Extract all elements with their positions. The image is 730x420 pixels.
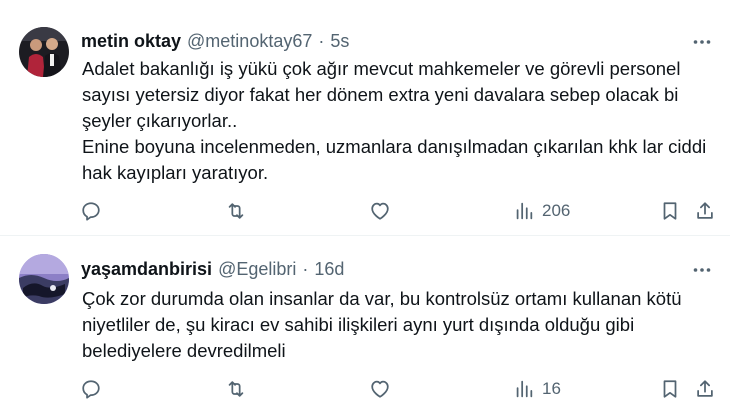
more-icon[interactable] xyxy=(690,258,714,282)
share-icon xyxy=(697,380,713,397)
tweet-text-line: belediyelere devredilmeli xyxy=(82,340,286,361)
views-icon xyxy=(516,202,533,220)
like-icon xyxy=(371,380,389,398)
reply-button[interactable] xyxy=(80,374,102,404)
views-icon xyxy=(516,380,533,398)
separator: · xyxy=(318,30,325,51)
bookmark-button[interactable] xyxy=(659,196,681,226)
tweet[interactable]: metin oktay @metinoktay67 · 5s Adalet ba… xyxy=(0,0,730,236)
author-handle[interactable]: @Egelibri xyxy=(218,259,296,280)
tweet-text-line: niyetliler de, şu kiracı ev sahibi ilişk… xyxy=(82,314,635,335)
tweet-text: Adalet bakanlığı iş yükü çok ağır mevcut… xyxy=(82,56,718,186)
author-name[interactable]: yaşamdanbirisi xyxy=(81,259,212,280)
author-name[interactable]: metin oktay xyxy=(81,31,181,52)
avatar[interactable] xyxy=(19,27,69,77)
tweet-text-line: Çok zor durumda olan insanlar da var, bu… xyxy=(82,288,682,309)
avatar[interactable] xyxy=(19,254,69,304)
reply-icon xyxy=(82,202,100,221)
action-bar: 206 xyxy=(0,196,730,226)
like-button[interactable] xyxy=(369,374,391,404)
share-button[interactable] xyxy=(694,196,716,226)
bookmark-icon xyxy=(663,380,677,398)
retweet-button[interactable] xyxy=(225,196,247,226)
share-icon xyxy=(697,202,713,219)
tweet-text-line: sayısı yetersiz diyor fakat her dönem ex… xyxy=(82,84,679,105)
tweet-text-line: Enine boyuna incelenmeden, uzmanlara dan… xyxy=(82,136,707,157)
bookmark-button[interactable] xyxy=(659,374,681,404)
views-button[interactable]: 16 xyxy=(513,374,561,404)
retweet-icon xyxy=(228,381,244,397)
reply-icon xyxy=(82,380,100,399)
retweet-icon xyxy=(228,203,244,219)
retweet-button[interactable] xyxy=(225,374,247,404)
tweet-header: yaşamdanbirisi @Egelibri · 16d xyxy=(81,257,344,281)
like-button[interactable] xyxy=(369,196,391,226)
separator: · xyxy=(302,258,309,279)
views-count: 16 xyxy=(542,379,561,398)
author-handle[interactable]: @metinoktay67 xyxy=(187,31,312,52)
tweet[interactable]: yaşamdanbirisi @Egelibri · 16d Çok zor d… xyxy=(0,236,730,420)
tweet-text: Çok zor durumda olan insanlar da var, bu… xyxy=(82,286,718,364)
timestamp[interactable]: 5s xyxy=(330,31,349,52)
bookmark-icon xyxy=(663,202,677,220)
more-icon[interactable] xyxy=(690,30,714,54)
tweet-text-line: hak kayıpları yaratıyor. xyxy=(82,162,269,183)
like-icon xyxy=(371,202,389,220)
share-button[interactable] xyxy=(694,374,716,404)
tweet-text-line: Adalet bakanlığı iş yükü çok ağır mevcut… xyxy=(82,58,681,79)
reply-button[interactable] xyxy=(80,196,102,226)
action-bar: 16 xyxy=(0,374,730,404)
timestamp[interactable]: 16d xyxy=(314,259,344,280)
tweet-header: metin oktay @metinoktay67 · 5s xyxy=(81,29,349,53)
views-count: 206 xyxy=(542,201,571,220)
tweet-text-line: şeyler çıkarıyorlar.. xyxy=(82,110,238,131)
views-button[interactable]: 206 xyxy=(513,196,570,226)
